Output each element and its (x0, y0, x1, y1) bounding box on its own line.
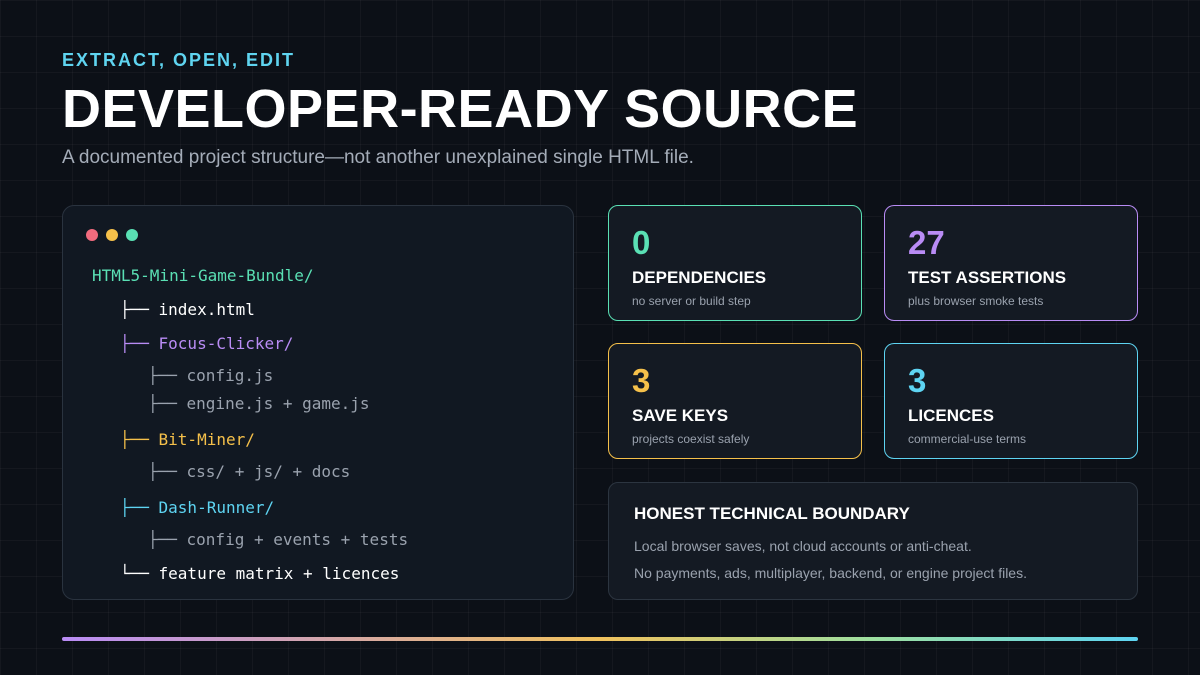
stat-label: SAVE KEYS (632, 406, 729, 425)
tree-item-index: ├── index.html (120, 300, 255, 319)
stat-label: DEPENDENCIES (632, 268, 767, 287)
tree-branch-glyph: ├── (120, 498, 159, 517)
stat-card-dependencies: 0 DEPENDENCIES no server or build step (608, 205, 862, 321)
tree-branch-glyph: ├── (120, 334, 159, 353)
eyebrow-heading: EXTRACT, OPEN, EDIT (62, 50, 296, 70)
tree-label: config + events + tests (186, 530, 409, 549)
tree-label: engine.js + game.js (186, 394, 370, 413)
stat-label: TEST ASSERTIONS (908, 268, 1067, 287)
stat-description: commercial-use terms (908, 432, 1027, 446)
tree-folder-bit-miner: ├── Bit-Miner/ (120, 430, 255, 449)
stat-description: no server or build step (632, 294, 751, 308)
tree-root: HTML5-Mini-Game-Bundle/ (92, 266, 314, 285)
terminal-panel: HTML5-Mini-Game-Bundle/ ├── index.html ├… (62, 205, 574, 600)
technical-boundary-panel: HONEST TECHNICAL BOUNDARY Local browser … (608, 482, 1138, 600)
boundary-title: HONEST TECHNICAL BOUNDARY (634, 504, 910, 523)
tree-label: css/ + js/ + docs (186, 462, 351, 481)
stat-card-test-assertions: 27 TEST ASSERTIONS plus browser smoke te… (884, 205, 1138, 321)
tree-branch-glyph: ├── (148, 394, 187, 413)
tree-branch-glyph: ├── (148, 462, 187, 481)
tree-label: HTML5-Mini-Game-Bundle/ (92, 266, 314, 285)
tree-label: Focus-Clicker/ (158, 334, 294, 353)
tree-folder-focus-clicker: ├── Focus-Clicker/ (120, 334, 293, 353)
window-minimize-dot (106, 229, 118, 241)
tree-label: Dash-Runner/ (158, 498, 275, 517)
stat-label: LICENCES (908, 406, 994, 425)
window-close-dot (86, 229, 98, 241)
tree-branch-glyph: └── (120, 564, 159, 583)
tree-file-engine-game: ├── engine.js + game.js (148, 394, 370, 413)
tree-label: index.html (158, 300, 255, 319)
tree-folder-dash-runner: ├── Dash-Runner/ (120, 498, 274, 517)
boundary-line: Local browser saves, not cloud accounts … (634, 538, 972, 554)
tree-file-css-js-docs: ├── css/ + js/ + docs (148, 462, 350, 481)
tree-file-config-events-tests: ├── config + events + tests (148, 530, 408, 549)
stat-number: 3 (632, 362, 651, 399)
tree-item-feature-matrix: └── feature matrix + licences (120, 564, 399, 583)
stat-card-save-keys: 3 SAVE KEYS projects coexist safely (608, 343, 862, 459)
tree-file-config-js: ├── config.js (148, 366, 273, 385)
page-title: DEVELOPER-READY SOURCE (62, 79, 859, 139)
tree-label: feature matrix + licences (158, 564, 400, 583)
stat-number: 27 (908, 224, 945, 261)
boundary-line: No payments, ads, multiplayer, backend, … (634, 565, 1027, 581)
stat-description: projects coexist safely (632, 432, 750, 446)
stat-number: 0 (632, 224, 651, 261)
stat-card-licences: 3 LICENCES commercial-use terms (884, 343, 1138, 459)
gradient-divider (62, 637, 1138, 641)
stat-description: plus browser smoke tests (908, 294, 1044, 308)
stat-number: 3 (908, 362, 927, 399)
tree-branch-glyph: ├── (120, 300, 159, 319)
tree-label: config.js (186, 366, 274, 385)
window-maximize-dot (126, 229, 138, 241)
page-subtitle: A documented project structure—not anoth… (62, 147, 694, 168)
tree-branch-glyph: ├── (120, 430, 159, 449)
tree-label: Bit-Miner/ (158, 430, 255, 449)
tree-branch-glyph: ├── (148, 366, 187, 385)
tree-branch-glyph: ├── (148, 530, 187, 549)
